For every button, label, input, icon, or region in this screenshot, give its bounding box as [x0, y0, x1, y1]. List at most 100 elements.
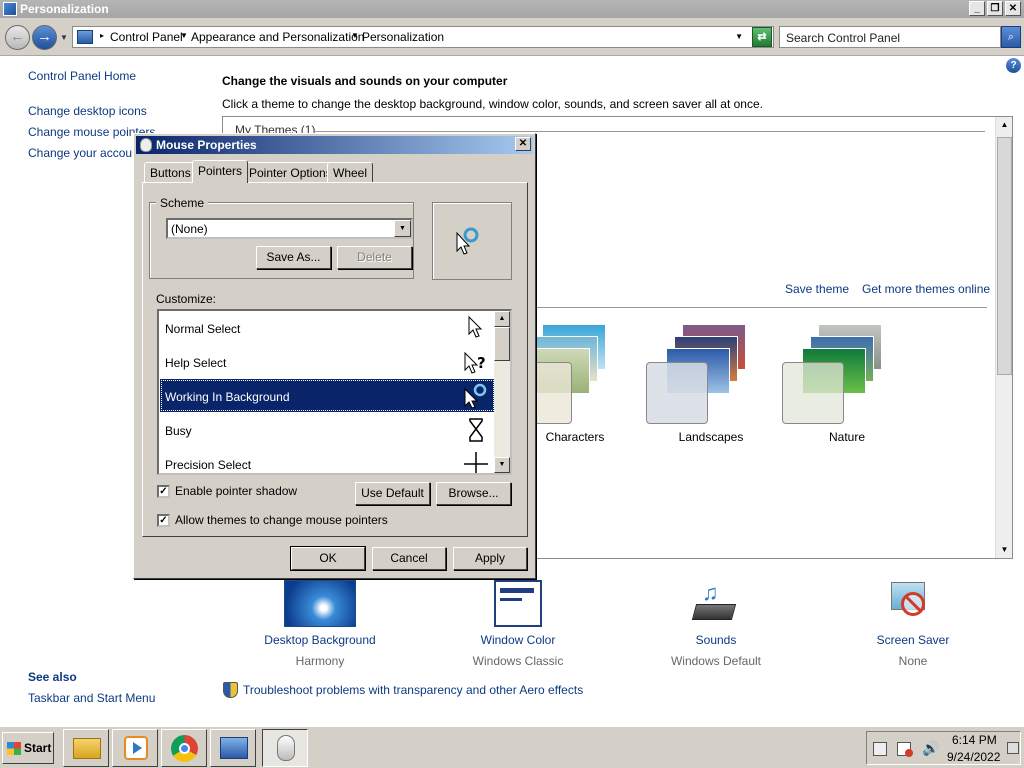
cursor-preview [432, 202, 512, 280]
screen-saver-link[interactable]: Screen Saver [848, 633, 978, 647]
taskbar-control-panel[interactable] [210, 729, 256, 767]
delete-button[interactable]: Delete [337, 246, 412, 269]
desktop-background-item[interactable]: Desktop Background Harmony [255, 580, 385, 668]
show-desktop-icon[interactable] [1007, 742, 1019, 754]
taskbar-mouse-properties[interactable] [262, 729, 308, 767]
save-as-button[interactable]: Save As... [256, 246, 331, 269]
browse-button[interactable]: Browse... [436, 482, 511, 505]
theme-label: Nature [828, 430, 866, 444]
desktop-background-link[interactable]: Desktop Background [255, 633, 385, 647]
sounds-icon: ♫ [691, 580, 740, 627]
apply-button[interactable]: Apply [453, 547, 527, 570]
list-item-help-select[interactable]: Help Select ? [160, 345, 495, 378]
troubleshoot-aero-link[interactable]: Troubleshoot problems with transparency … [243, 683, 583, 697]
list-item-precision-select[interactable]: Precision Select [160, 447, 495, 473]
scroll-down-icon[interactable]: ▼ [996, 542, 1013, 558]
dialog-close-button[interactable]: ✕ [515, 137, 531, 151]
sidebar-item-change-desktop-icons[interactable]: Change desktop icons [28, 104, 147, 118]
scheme-label: Scheme [156, 196, 209, 210]
see-also-taskbar-start-menu[interactable]: Taskbar and Start Menu [28, 691, 155, 705]
dialog-title: Mouse Properties [156, 138, 257, 152]
address-bar[interactable]: ▸ Control Panel ▼ Appearance and Persona… [72, 26, 774, 48]
allow-themes-checkbox[interactable]: ✓ [157, 514, 170, 527]
theme-gallery-scrollbar[interactable]: ▲ ▼ [995, 117, 1012, 558]
search-icon[interactable]: ⌕ [1001, 26, 1021, 48]
desktop-background-value: Harmony [295, 654, 345, 668]
recent-pages-dropdown[interactable]: ▼ [60, 33, 68, 42]
crosshair-cursor-icon [464, 452, 488, 473]
personalization-icon [3, 2, 17, 16]
window-color-link[interactable]: Window Color [453, 633, 583, 647]
mouse-icon [140, 138, 152, 152]
taskbar-file-explorer[interactable] [63, 729, 109, 767]
breadcrumb-personalization[interactable]: Personalization [362, 30, 444, 44]
cancel-button[interactable]: Cancel [372, 547, 446, 570]
taskbar-media-player[interactable] [112, 729, 158, 767]
maximize-button[interactable]: ❐ [987, 1, 1003, 16]
theme-landscapes[interactable]: Landscapes [646, 324, 776, 444]
help-icon[interactable]: ? [1006, 58, 1021, 73]
breadcrumb-appearance[interactable]: Appearance and Personalization [191, 30, 364, 44]
sounds-link[interactable]: Sounds [651, 633, 781, 647]
list-item-label: Help Select [165, 356, 227, 370]
use-default-button[interactable]: Use Default [355, 482, 430, 505]
sidebar-item-control-panel-home[interactable]: Control Panel Home [28, 69, 136, 83]
list-item-working-in-background[interactable]: Working In Background [160, 379, 495, 412]
window-color-item[interactable]: Window Color Windows Classic [453, 580, 583, 668]
sounds-item[interactable]: ♫ Sounds Windows Default [651, 580, 781, 668]
screen-saver-icon [889, 580, 937, 627]
breadcrumb-separator[interactable]: ▼ [180, 31, 188, 40]
list-item-label: Normal Select [165, 322, 241, 336]
scheme-select[interactable]: (None) ▼ [166, 218, 413, 239]
clock-time[interactable]: 6:14 PM [952, 733, 997, 747]
theme-nature[interactable]: Nature [782, 324, 912, 444]
divider [313, 131, 985, 132]
start-button[interactable]: Start [2, 732, 54, 764]
cursor-list[interactable]: Normal Select Help Select ? Working In B… [157, 309, 512, 475]
search-input[interactable]: Search Control Panel [779, 26, 1001, 48]
enable-pointer-shadow-checkbox[interactable]: ✓ [157, 485, 170, 498]
breadcrumb-separator[interactable]: ▸ [100, 31, 104, 40]
forward-button[interactable]: → [32, 25, 57, 50]
desktop-background-icon [284, 580, 356, 627]
address-toolbar: ← → ▼ ▸ Control Panel ▼ Appearance and P… [0, 18, 1024, 56]
page-subtitle: Click a theme to change the desktop back… [222, 97, 763, 111]
customize-label: Customize: [156, 292, 217, 306]
page-title: Change the visuals and sounds on your co… [222, 74, 508, 88]
allow-themes-label: Allow themes to change mouse pointers [175, 513, 388, 527]
get-more-themes-link[interactable]: Get more themes online [862, 282, 990, 296]
cursor-list-scrollbar[interactable]: ▲ ▼ [494, 311, 510, 473]
scroll-thumb[interactable] [997, 137, 1012, 375]
tab-pointer-options[interactable]: Pointer Options [243, 162, 338, 182]
close-button[interactable]: ✕ [1005, 1, 1021, 16]
breadcrumb-separator[interactable]: ▼ [351, 31, 359, 40]
list-item-busy[interactable]: Busy [160, 413, 495, 446]
screen-saver-item[interactable]: Screen Saver None [848, 580, 978, 668]
scroll-up-icon[interactable]: ▲ [996, 117, 1013, 133]
scroll-thumb[interactable] [494, 327, 510, 361]
back-button[interactable]: ← [5, 25, 30, 50]
refresh-button[interactable]: ⇄ [752, 27, 772, 47]
clock-date[interactable]: 9/24/2022 [947, 750, 1000, 764]
breadcrumb-control-panel[interactable]: Control Panel [110, 30, 183, 44]
theme-label: Landscapes [678, 430, 744, 444]
save-theme-link[interactable]: Save theme [785, 282, 849, 296]
ok-button[interactable]: OK [290, 546, 366, 571]
list-item-normal-select[interactable]: Normal Select [160, 311, 495, 344]
screen-saver-value: None [898, 654, 928, 668]
scroll-down-icon[interactable]: ▼ [494, 457, 510, 473]
tab-wheel[interactable]: Wheel [327, 162, 374, 182]
volume-icon[interactable]: 🔊 [922, 740, 939, 757]
tab-pointers[interactable]: Pointers [192, 160, 249, 183]
minimize-button[interactable]: _ [969, 1, 985, 16]
address-dropdown[interactable]: ▼ [735, 32, 743, 41]
window-title-bar: Personalization _ ❐ ✕ [0, 0, 1024, 18]
sidebar-item-change-account[interactable]: Change your account [28, 146, 142, 160]
start-label: Start [24, 741, 52, 755]
taskbar: Start 🔊 [0, 726, 1024, 768]
taskbar-chrome[interactable] [161, 729, 207, 767]
scroll-up-icon[interactable]: ▲ [494, 311, 510, 327]
tab-buttons[interactable]: Buttons [144, 162, 197, 182]
chevron-down-icon[interactable]: ▼ [394, 220, 411, 237]
network-icon[interactable] [873, 742, 887, 756]
